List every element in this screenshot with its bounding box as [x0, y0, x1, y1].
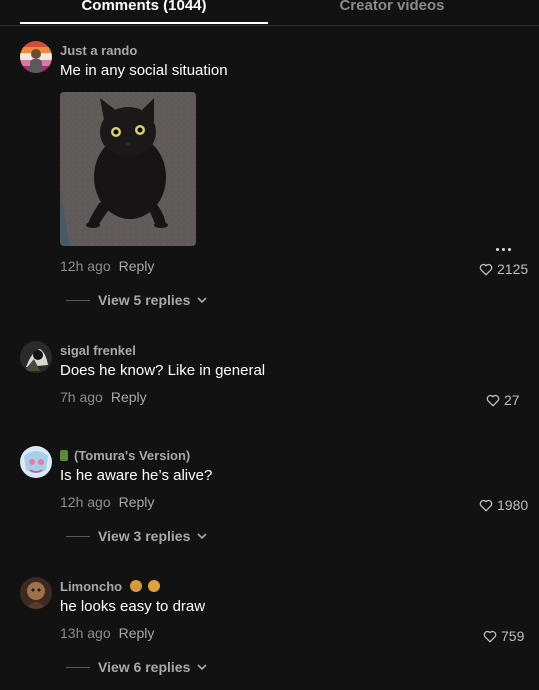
tab-bar: Comments (1044) Creator videos	[0, 0, 539, 26]
comment-time: 12h ago	[60, 494, 111, 510]
comment-username[interactable]: sigal frenkel	[60, 343, 136, 358]
view-replies-label: View 5 replies	[98, 292, 191, 308]
tab-creator-videos[interactable]: Creator videos	[270, 0, 514, 18]
comment-text: Is he aware he’s alive?	[60, 467, 213, 484]
divider	[66, 299, 90, 301]
view-replies-label: View 6 replies	[98, 659, 191, 675]
reply-button[interactable]: Reply	[119, 625, 155, 641]
comment-username-text: (Tomura's Version)	[74, 448, 191, 463]
face-emoji-icon	[148, 580, 161, 592]
view-replies-button[interactable]: View 6 replies	[66, 659, 207, 675]
avatar[interactable]	[20, 446, 52, 478]
heart-outline-icon	[479, 499, 493, 511]
like-button[interactable]: 1980	[479, 497, 528, 513]
comment-username[interactable]: (Tomura's Version)	[60, 448, 190, 463]
reply-button[interactable]: Reply	[119, 258, 155, 274]
tab-comments[interactable]: Comments (1044)	[20, 0, 268, 18]
like-count: 2125	[497, 261, 529, 277]
chevron-down-icon	[197, 297, 207, 304]
like-button[interactable]: 2125	[479, 261, 528, 277]
reply-button[interactable]: Reply	[111, 389, 147, 405]
like-button[interactable]: 759	[483, 628, 524, 644]
divider	[66, 666, 90, 668]
comment-username-text: Limoncho	[60, 579, 123, 594]
face-emoji-icon	[129, 580, 142, 592]
comment-time: 13h ago	[60, 625, 111, 641]
comment-username[interactable]: Just a rando	[60, 43, 137, 58]
avatar[interactable]	[20, 577, 52, 609]
comment-username[interactable]: Limoncho	[60, 579, 161, 594]
divider	[66, 535, 90, 537]
comment-image[interactable]	[60, 92, 196, 246]
like-count: 759	[501, 628, 525, 644]
like-count: 1980	[497, 497, 529, 513]
view-replies-button[interactable]: View 3 replies	[66, 528, 207, 544]
comment-text: he looks easy to draw	[60, 598, 206, 615]
comment-meta: 12h ago Reply	[60, 258, 154, 274]
comment-time: 7h ago	[60, 389, 103, 405]
comment-meta: 12h ago Reply	[60, 494, 154, 510]
chevron-down-icon	[197, 533, 207, 540]
chevron-down-icon	[197, 664, 207, 671]
active-tab-indicator	[20, 22, 268, 24]
comment-text: Me in any social situation	[60, 62, 228, 79]
view-replies-label: View 3 replies	[98, 528, 191, 544]
comment-time: 12h ago	[60, 258, 111, 274]
like-count: 27	[504, 392, 520, 408]
reply-button[interactable]: Reply	[119, 494, 155, 510]
more-options-icon[interactable]	[490, 245, 516, 253]
heart-outline-icon	[486, 394, 500, 406]
avatar[interactable]	[20, 41, 52, 73]
comment-meta: 13h ago Reply	[60, 625, 154, 641]
like-button[interactable]: 27	[486, 392, 520, 408]
heart-outline-icon	[483, 630, 497, 642]
view-replies-button[interactable]: View 5 replies	[66, 292, 207, 308]
bottle-emoji-icon	[60, 450, 68, 461]
heart-outline-icon	[479, 263, 493, 275]
avatar[interactable]	[20, 341, 52, 373]
comment-text: Does he know? Like in general	[60, 362, 266, 379]
comment-meta: 7h ago Reply	[60, 389, 147, 405]
